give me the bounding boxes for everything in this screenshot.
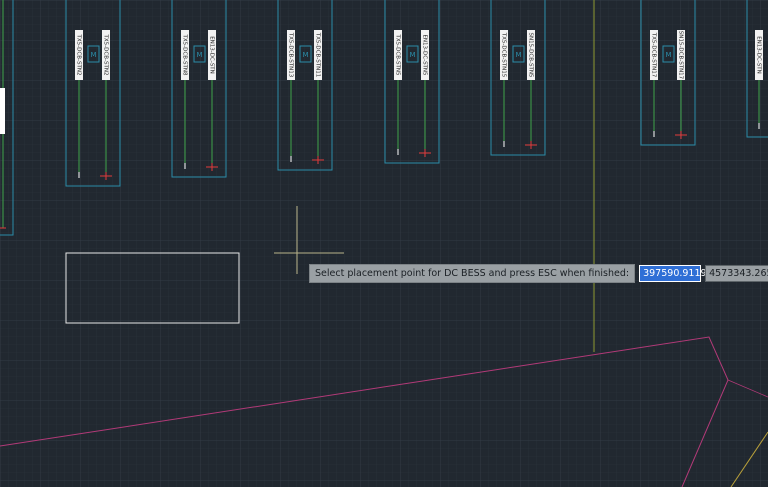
dynamic-input-tooltip: Select placement point for DC BESS and p… — [309, 264, 768, 283]
inverter-symbol-label: M — [409, 51, 415, 59]
tag-label: EN13-DC-STN — [756, 36, 762, 74]
tag-label: TX5-DCB-STN2 — [103, 34, 109, 76]
tag-label: TX5-DCB-STN11 — [315, 32, 321, 77]
tag-label: TX5-DCB-STN5 — [395, 34, 401, 76]
x-coordinate-input[interactable]: 397590.9119 — [639, 265, 707, 282]
tag-label: TX5-DCB-STN17 — [651, 32, 657, 78]
inverter-symbol-label: M — [302, 51, 308, 59]
tag-label: SN15-DCB-STN5 — [528, 33, 534, 78]
tag-label: EN13-DC-STN — [209, 36, 215, 74]
tag-label: TX5-DCB-STN13 — [288, 32, 294, 78]
inverter-symbol-label: M — [90, 51, 96, 59]
tag-label: TX5-DCB-STN8 — [182, 34, 188, 76]
inverter-symbol-label: M — [515, 51, 521, 59]
tag-label: TX5-DCB-STN15 — [501, 32, 507, 78]
y-coordinate-input[interactable]: 4573343.2652 — [705, 265, 768, 282]
tag-label: SN15-DCB-STN17 — [678, 31, 684, 80]
inverter-symbol-label: M — [196, 51, 202, 59]
inverter-symbol-label: M — [665, 51, 671, 59]
tag-label: EN13-DC-STN5 — [422, 34, 428, 76]
tag-label: TX5-DCB-STN2 — [76, 34, 82, 76]
command-prompt-text: Select placement point for DC BESS and p… — [309, 264, 636, 283]
drawing-canvas[interactable]: TX5-DCB-STN2 TX5-DCB-STN2 M TX5-DCB-STN8 EN1… — [0, 0, 768, 487]
